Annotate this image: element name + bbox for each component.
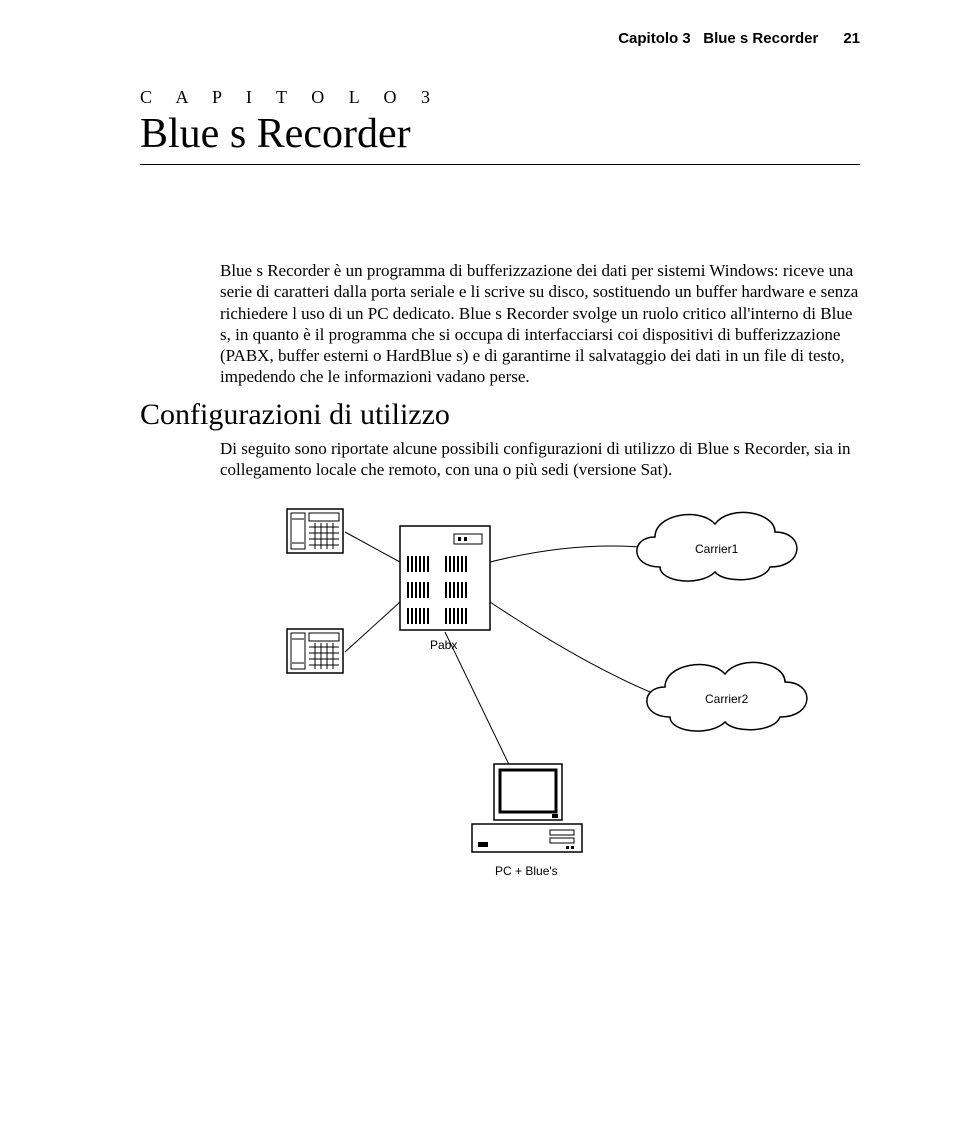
pc-label: PC + Blue's — [495, 864, 558, 878]
network-diagram: Pabx Carrier1 Carrier2 PC + Blue's — [270, 502, 860, 882]
pc-icon — [470, 762, 585, 862]
carrier2-label: Carrier2 — [705, 692, 748, 706]
pabx-icon — [398, 524, 493, 634]
carrier1-label: Carrier1 — [695, 542, 738, 556]
section-paragraph: Di seguito sono riportate alcune possibi… — [220, 438, 860, 481]
page-header: Capitolo 3 Blue s Recorder 21 — [140, 30, 860, 47]
chapter-label: C A P I T O L O 3 — [140, 87, 860, 108]
header-chapter-name: Blue s Recorder — [703, 30, 818, 47]
phone-icon — [285, 507, 345, 557]
intro-paragraph: Blue s Recorder è un programma di buffer… — [220, 260, 860, 388]
phone-icon — [285, 627, 345, 677]
header-page-number: 21 — [843, 30, 860, 47]
header-chapter-ref: Capitolo 3 — [618, 30, 691, 47]
section-heading: Configurazioni di utilizzo — [140, 398, 860, 432]
pabx-label: Pabx — [430, 638, 457, 652]
chapter-title: Blue s Recorder — [140, 110, 860, 165]
